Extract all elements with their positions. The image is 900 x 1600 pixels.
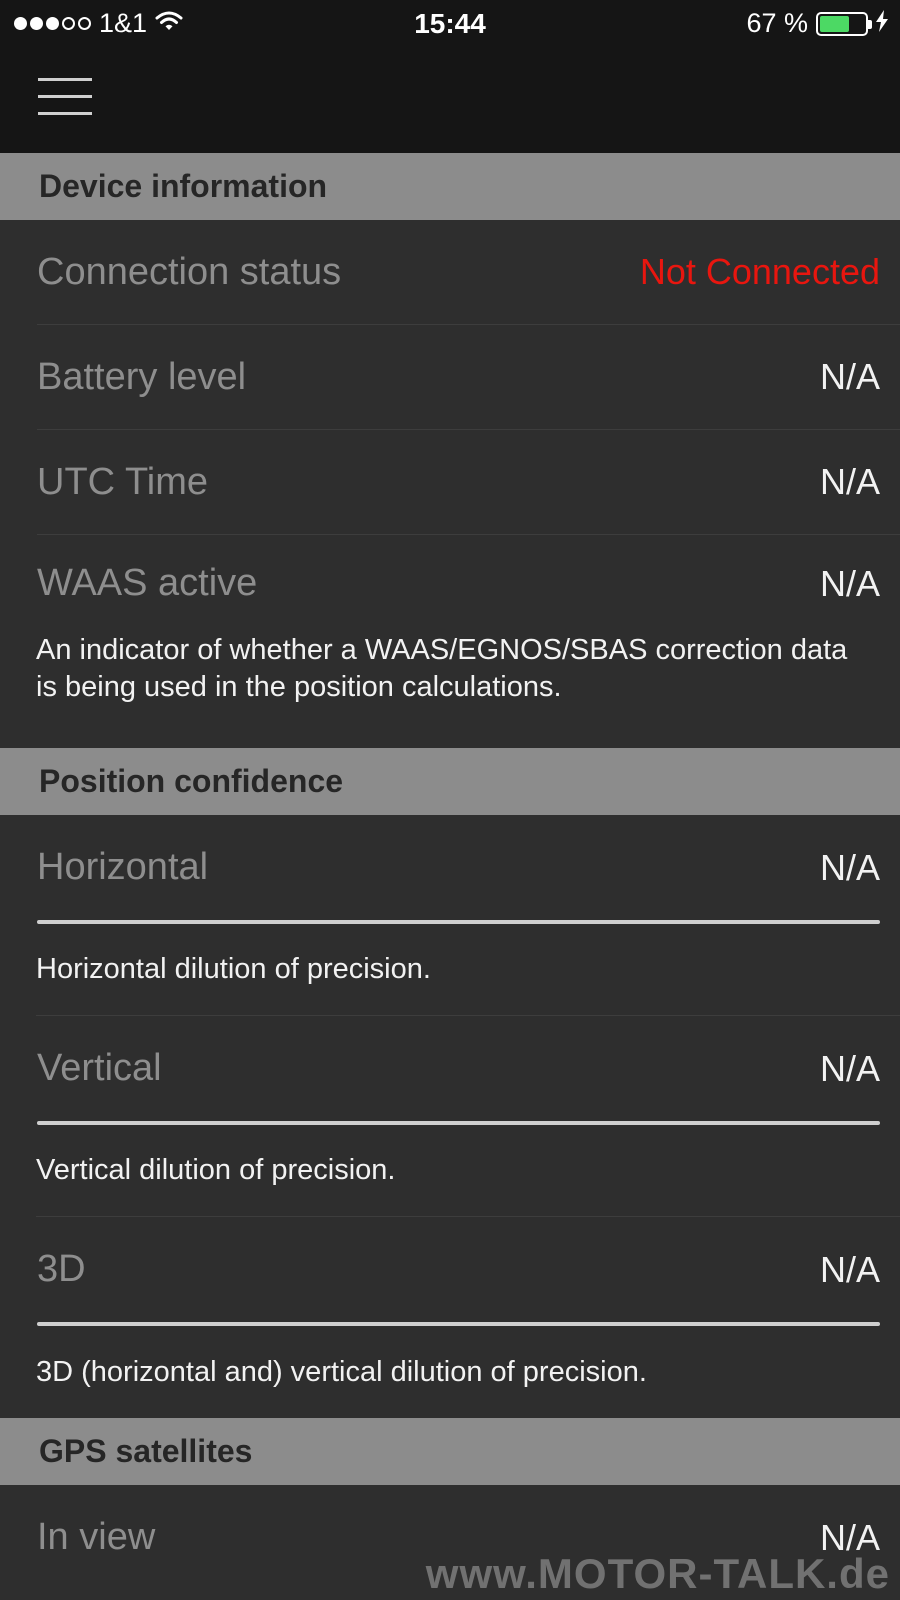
menu-icon[interactable]	[38, 78, 92, 118]
row-value: N/A	[819, 562, 880, 604]
row-waas-active: WAAS active N/A	[37, 535, 900, 632]
row-label: In view	[37, 1516, 156, 1558]
watermark: www.MOTOR-TALK.de	[425, 1550, 890, 1597]
horizontal-description: Horizontal dilution of precision.	[36, 924, 900, 1016]
row-label: Vertical	[37, 1047, 162, 1089]
row-label: Battery level	[37, 355, 247, 398]
status-right: 67 %	[746, 8, 888, 39]
3d-description: 3D (horizontal and) vertical dilution of…	[36, 1355, 647, 1388]
row-value: N/A	[819, 356, 880, 397]
content: Device information Connection status Not…	[0, 153, 900, 1590]
row-label: Connection status	[37, 250, 342, 293]
vertical-description: Vertical dilution of precision.	[36, 1125, 900, 1217]
row-connection-status: Connection status Not Connected	[37, 220, 900, 325]
battery-icon	[816, 11, 872, 36]
row-label: Horizontal	[37, 846, 209, 888]
battery-percent: 67 %	[746, 8, 808, 38]
status-bar: 1&1 15:44 67 %	[0, 0, 900, 50]
row-utc-time: UTC Time N/A	[37, 430, 900, 535]
section-header-position-confidence: Position confidence	[0, 748, 900, 815]
row-horizontal: Horizontal N/A	[37, 815, 900, 920]
charging-icon	[876, 8, 888, 39]
row-vertical: Vertical N/A	[37, 1016, 900, 1121]
battery-cap	[868, 19, 872, 29]
row-battery-level: Battery level N/A	[37, 325, 900, 430]
section-header-gps-satellites: GPS satellites	[0, 1418, 900, 1485]
row-value: N/A	[819, 846, 880, 888]
battery-fill	[820, 15, 850, 32]
row-label: 3D	[37, 1248, 86, 1290]
row-label: UTC Time	[37, 460, 208, 503]
row-value: N/A	[819, 461, 880, 502]
row-value: N/A	[819, 1047, 880, 1089]
nav-bar	[0, 50, 900, 153]
row-3d: 3D N/A	[37, 1217, 900, 1322]
row-value: N/A	[819, 1248, 880, 1290]
connection-status-value: Not Connected	[639, 251, 880, 292]
section-header-device-information: Device information	[0, 153, 900, 220]
row-label: WAAS active	[37, 562, 258, 604]
waas-description: An indicator of whether a WAAS/EGNOS/SBA…	[36, 634, 848, 703]
